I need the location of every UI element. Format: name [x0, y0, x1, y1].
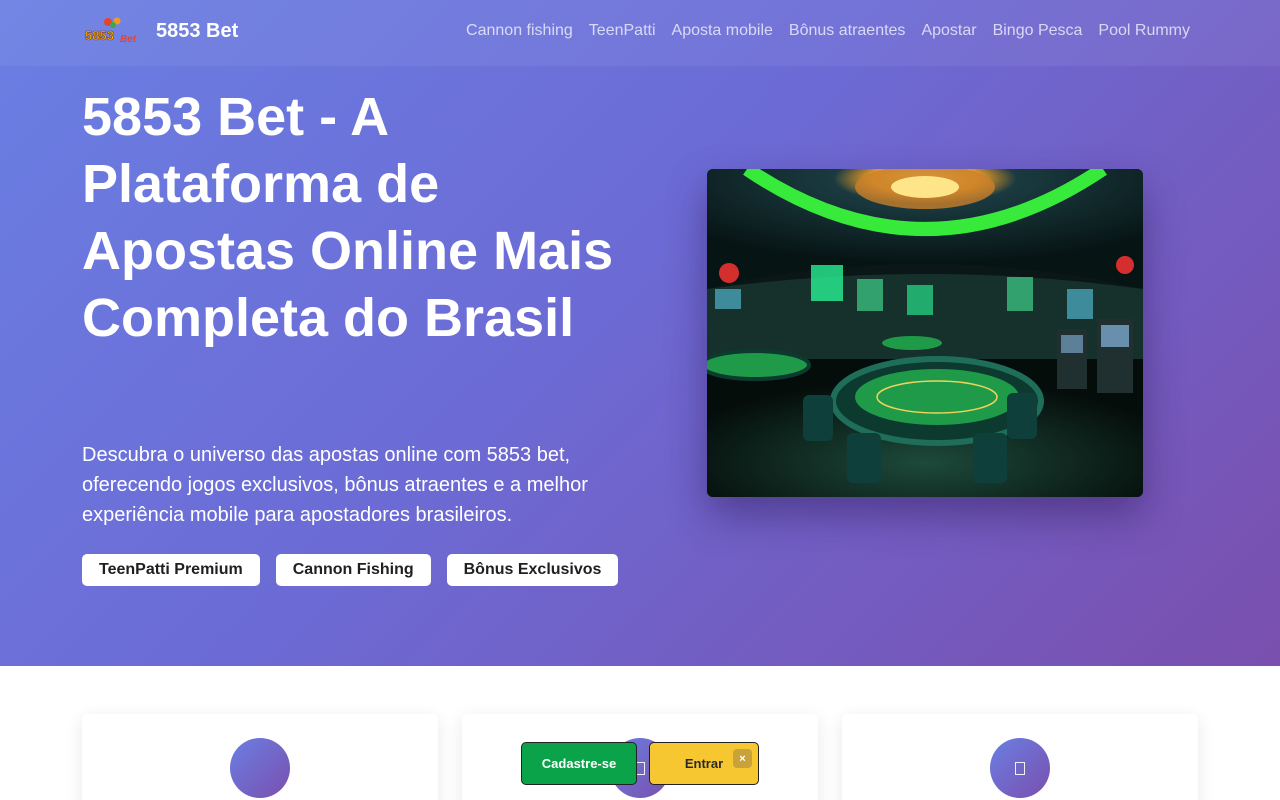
nav-link-apostar[interactable]: Apostar	[921, 22, 976, 40]
feature-card	[842, 714, 1198, 800]
main-nav: Cannon fishing TeenPatti Aposta mobile B…	[466, 22, 1190, 40]
hero-title: 5853 Bet - A Plataforma de Apostas Onlin…	[82, 87, 614, 348]
feature-card	[462, 714, 818, 800]
bonus-exclusivos-button[interactable]: Bônus Exclusivos	[446, 554, 619, 586]
nav-link-cannon-fishing[interactable]: Cannon fishing	[466, 22, 573, 40]
casino-room-image	[707, 169, 1143, 497]
navbar: 5853 Bet 5853 Bet Cannon fishing TeenPat…	[0, 0, 1280, 66]
hero-section: 5853 Bet 5853 Bet Cannon fishing TeenPat…	[0, 0, 1280, 666]
svg-text:5853: 5853	[85, 28, 114, 43]
signup-button[interactable]: Cadastre-se	[521, 742, 637, 785]
site-logo[interactable]: 5853 Bet	[84, 16, 140, 46]
feature-card	[82, 714, 438, 800]
nav-link-aposta-mobile[interactable]: Aposta mobile	[672, 22, 773, 40]
svg-text:Bet: Bet	[120, 34, 137, 45]
hero-button-group: TeenPatti Premium Cannon Fishing Bônus E…	[82, 554, 619, 586]
feature-icon	[990, 738, 1050, 798]
cannon-fishing-button[interactable]: Cannon Fishing	[275, 554, 431, 586]
nav-link-bonus-atraentes[interactable]: Bônus atraentes	[789, 22, 906, 40]
nav-link-pool-rummy[interactable]: Pool Rummy	[1098, 22, 1190, 40]
feature-icon	[230, 738, 290, 798]
teenpatti-premium-button[interactable]: TeenPatti Premium	[82, 554, 260, 586]
brand-name[interactable]: 5853 Bet	[156, 20, 238, 43]
close-icon[interactable]: ×	[733, 749, 752, 768]
nav-link-teenpatti[interactable]: TeenPatti	[589, 22, 656, 40]
hero-description: Descubra o universo das apostas online c…	[82, 444, 588, 526]
nav-link-bingo-pesca[interactable]: Bingo Pesca	[993, 22, 1083, 40]
